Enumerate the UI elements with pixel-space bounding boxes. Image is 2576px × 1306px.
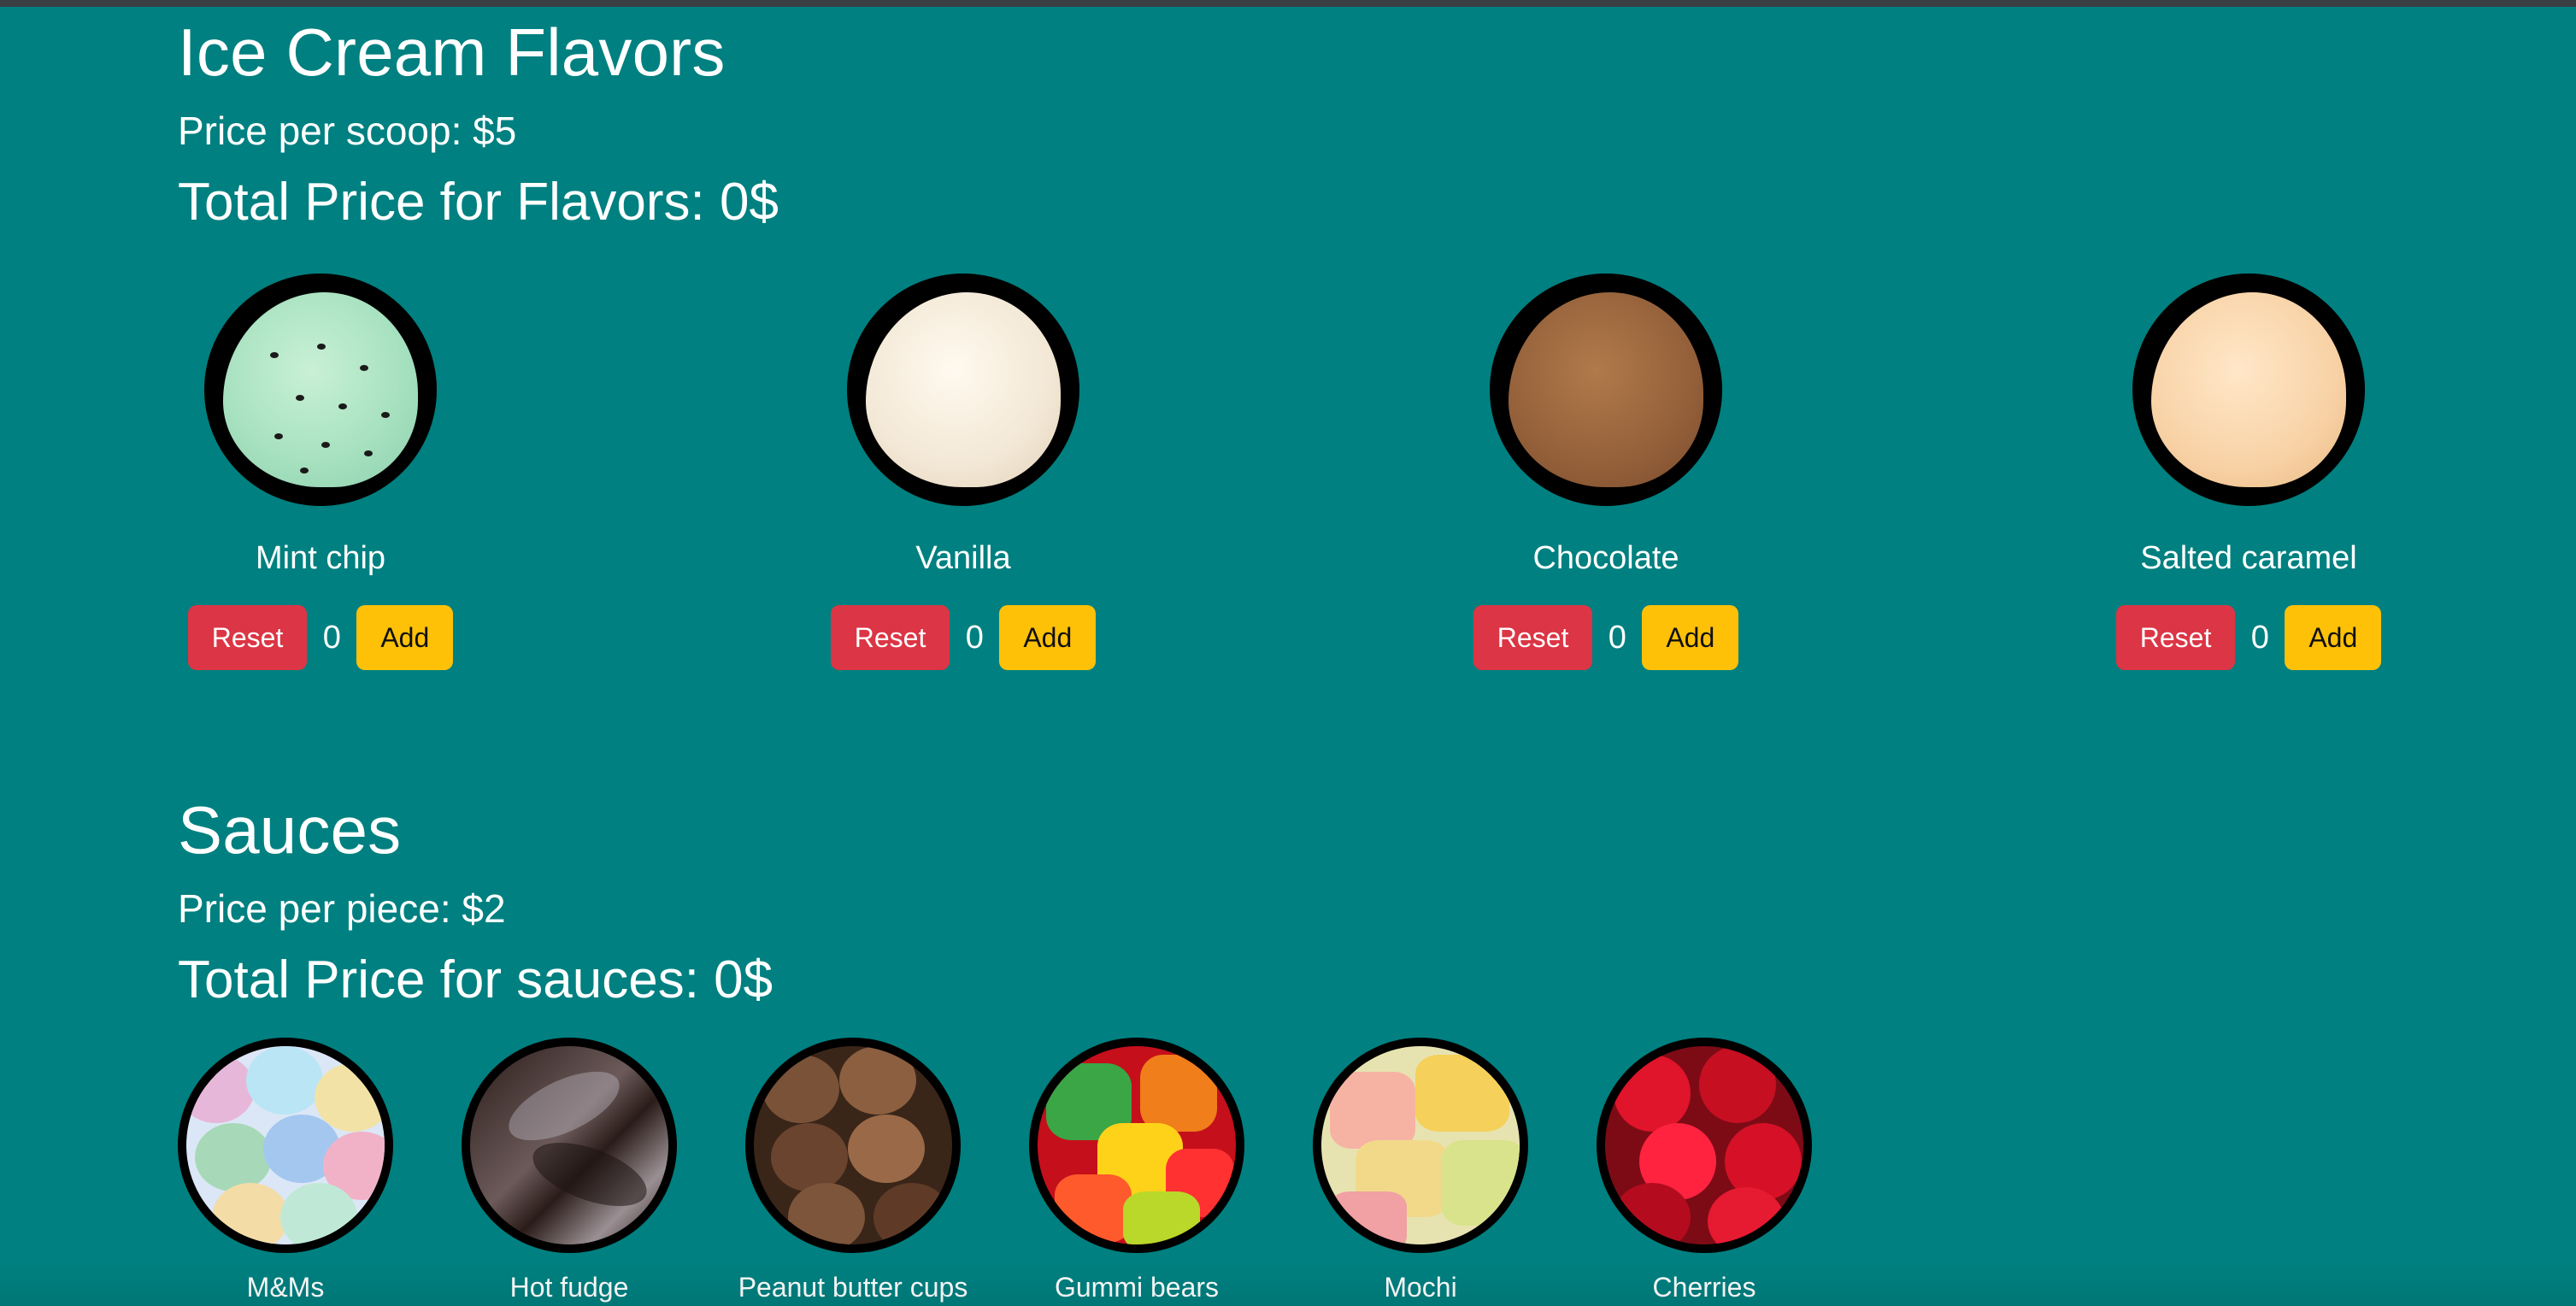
topping-label: Cherries — [1652, 1272, 1756, 1303]
flavors-price: Price per scoop: $5 — [178, 111, 516, 150]
flavor-label: Salted caramel — [2140, 540, 2357, 576]
vanilla-image — [847, 274, 1079, 506]
topping-label: Gummi bears — [1054, 1272, 1220, 1303]
topping-card-cherries: Cherries — [1585, 1038, 1824, 1301]
chocolate-image — [1490, 274, 1722, 506]
hot-fudge-image[interactable] — [462, 1038, 677, 1253]
flavors-total-text: Total Price for Flavors: 0$ — [178, 173, 779, 232]
flavor-count: 0 — [965, 619, 984, 656]
flavors-header: Ice Cream Flavors — [178, 19, 726, 85]
topping-card-gummi-bears: Gummi bears — [1017, 1038, 1256, 1301]
flavor-controls: Reset 0 Add — [1469, 605, 1743, 670]
flavor-label: Chocolate — [1532, 540, 1679, 576]
topping-label: Hot fudge — [509, 1272, 629, 1303]
flavor-label: Mint chip — [255, 540, 386, 576]
add-button[interactable]: Add — [1642, 605, 1739, 670]
add-button[interactable]: Add — [999, 605, 1097, 670]
flavor-count: 0 — [1608, 619, 1626, 656]
sauces-price-text: Price per piece: $2 — [178, 886, 506, 931]
cherries-image[interactable] — [1597, 1038, 1812, 1253]
add-button[interactable]: Add — [356, 605, 454, 670]
topping-card-hot-fudge: Hot fudge — [450, 1038, 689, 1301]
flavor-label: Vanilla — [915, 540, 1011, 576]
flavors-price-text: Price per scoop: $5 — [178, 109, 517, 153]
add-button[interactable]: Add — [2285, 605, 2382, 670]
mint-scoop-shape — [223, 292, 418, 487]
flavor-controls: Reset 0 Add — [184, 605, 457, 670]
reset-button[interactable]: Reset — [2115, 605, 2236, 670]
reset-button[interactable]: Reset — [1473, 605, 1593, 670]
peanut-butter-cups-image[interactable] — [745, 1038, 961, 1253]
vanilla-scoop-shape — [866, 292, 1061, 487]
reset-button[interactable]: Reset — [830, 605, 950, 670]
topping-card-mochi: Mochi — [1301, 1038, 1540, 1301]
sauces-price: Price per piece: $2 — [178, 889, 506, 928]
flavor-count: 0 — [322, 619, 341, 656]
flavor-controls: Reset 0 Add — [826, 605, 1100, 670]
topping-card-mms: M&Ms — [166, 1038, 405, 1301]
flavors-title: Ice Cream Flavors — [178, 15, 726, 90]
mochi-image[interactable] — [1313, 1038, 1528, 1253]
sauces-total: Total Price for sauces: 0$ — [178, 954, 773, 1007]
chocolate-scoop-shape — [1509, 292, 1703, 487]
caramel-scoop-shape — [2151, 292, 2346, 487]
salted-caramel-image — [2132, 274, 2365, 506]
mint-chip-image — [204, 274, 437, 506]
sauces-total-text: Total Price for sauces: 0$ — [178, 950, 773, 1009]
sauces-title: Sauces — [178, 792, 402, 868]
flavor-card-salted-caramel: Salted caramel Reset 0 Add — [2112, 274, 2385, 670]
topping-label: Mochi — [1384, 1272, 1457, 1303]
flavor-card-vanilla: Vanilla Reset 0 Add — [826, 274, 1100, 670]
mms-image[interactable] — [178, 1038, 393, 1253]
browser-top-bar — [0, 0, 2576, 7]
topping-label: M&Ms — [246, 1272, 325, 1303]
flavor-count: 0 — [2250, 619, 2269, 656]
flavor-card-mint-chip: Mint chip Reset 0 Add — [184, 274, 457, 670]
reset-button[interactable]: Reset — [187, 605, 308, 670]
gummi-bears-image[interactable] — [1029, 1038, 1244, 1253]
flavor-card-chocolate: Chocolate Reset 0 Add — [1469, 274, 1743, 670]
sauces-header: Sauces — [178, 797, 401, 863]
topping-card-peanut-butter-cups: Peanut butter cups — [733, 1038, 973, 1301]
flavor-controls: Reset 0 Add — [2112, 605, 2385, 670]
topping-label: Peanut butter cups — [738, 1272, 968, 1303]
flavors-total: Total Price for Flavors: 0$ — [178, 176, 779, 229]
